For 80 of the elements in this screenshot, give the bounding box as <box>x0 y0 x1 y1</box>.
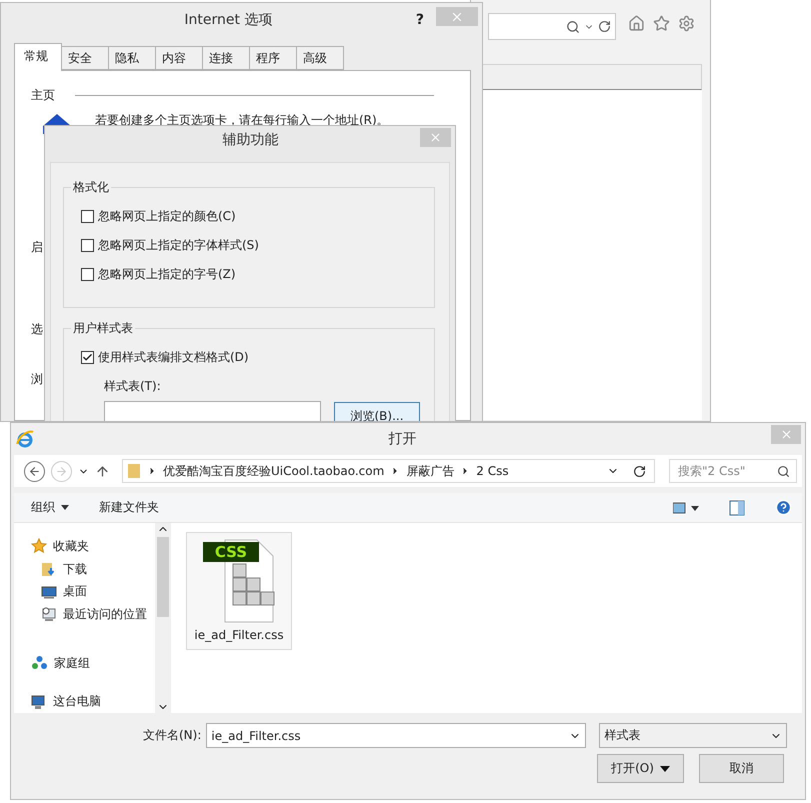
star-icon <box>31 538 47 554</box>
label-text: 启 <box>31 239 44 256</box>
home-icon[interactable] <box>628 15 645 32</box>
tab[interactable]: 连接 <box>202 46 250 70</box>
folder-icon <box>127 463 141 479</box>
tab[interactable]: 高级 <box>296 46 344 70</box>
close-icon <box>429 131 442 144</box>
field-label: 文件名(N): <box>143 727 202 744</box>
back-arrow-icon <box>28 464 41 478</box>
computer-icon <box>31 694 47 710</box>
tab[interactable]: 安全 <box>61 46 109 70</box>
browse-button[interactable]: 浏览(B)... <box>334 402 420 421</box>
file-name: ie_ad_Filter.css <box>194 628 284 642</box>
help-icon[interactable] <box>775 499 792 516</box>
nav-item-label: 桌面 <box>63 583 87 600</box>
download-folder-icon <box>41 561 57 577</box>
checkbox[interactable] <box>81 268 94 281</box>
field-label: 样式表(T): <box>104 378 162 395</box>
dialog-title: 辅助功能 <box>222 131 280 149</box>
nav-pane-item[interactable]: 收藏夹 <box>31 535 155 558</box>
search-field[interactable]: 搜索"2 Css" <box>669 459 797 483</box>
file-type-dropdown[interactable]: 样式表 <box>599 723 788 748</box>
tab[interactable]: 隐私 <box>108 46 156 70</box>
refresh-icon[interactable] <box>598 20 611 33</box>
filename-field[interactable]: ie_ad_Filter.css <box>206 723 586 748</box>
checkbox-label: 忽略网页上指定的字体样式(S) <box>98 237 259 254</box>
tab[interactable]: 程序 <box>249 46 297 70</box>
nav-pane-item[interactable]: 这台电脑 <box>31 690 155 714</box>
refresh-icon[interactable] <box>633 464 646 478</box>
close-icon <box>780 428 792 441</box>
monitor-icon <box>41 584 57 599</box>
preview-pane-icon[interactable] <box>729 500 745 516</box>
check-icon <box>82 352 93 363</box>
checkbox[interactable] <box>81 210 94 223</box>
back-button[interactable] <box>24 460 45 482</box>
nav-pane-item[interactable]: 桌面 <box>31 580 155 604</box>
recent-places-icon <box>41 606 57 622</box>
caret-icon <box>660 766 670 772</box>
address-bar[interactable] <box>488 13 616 40</box>
group-heading: 格式化 <box>71 179 111 196</box>
nav-item-label: 家庭组 <box>54 654 90 672</box>
search-icon[interactable] <box>566 20 580 34</box>
nav-item-label: 下载 <box>63 560 87 578</box>
homegroup-icon <box>31 655 48 672</box>
section-heading: 主页 <box>31 87 55 104</box>
breadcrumb-item[interactable]: 优爱酷淘宝百度经验UiCool.taobao.com <box>163 462 384 480</box>
nav-item-label: 这台电脑 <box>53 693 101 710</box>
star-icon[interactable] <box>653 15 670 32</box>
nav-item-label: 最近访问的位置 <box>63 606 147 623</box>
view-options-icon[interactable] <box>673 502 699 514</box>
caret-icon <box>61 505 69 510</box>
search-icon[interactable] <box>777 464 790 478</box>
label-text: 浏 <box>31 371 44 388</box>
cancel-button[interactable]: 取消 <box>699 754 784 783</box>
new-folder-button[interactable]: 新建文件夹 <box>99 499 159 516</box>
browser-logo-icon <box>16 430 34 448</box>
nav-pane-item[interactable]: 家庭组 <box>31 652 155 674</box>
scrollbar[interactable] <box>155 523 171 713</box>
dialog-title: Internet 选项 <box>183 11 274 29</box>
tab[interactable]: 内容 <box>155 46 203 70</box>
checkbox[interactable] <box>81 239 94 252</box>
checkbox-label: 使用样式表编排文档格式(D) <box>98 349 249 366</box>
settings-icon[interactable] <box>678 15 695 32</box>
nav-pane-item[interactable]: 最近访问的位置 <box>31 603 155 626</box>
breadcrumb-item[interactable]: 屏蔽广告 <box>406 462 454 480</box>
dialog-title: 打开 <box>388 430 418 448</box>
nav-pane-item[interactable]: 下载 <box>31 558 155 580</box>
checkbox[interactable] <box>81 351 94 364</box>
label-text: 选 <box>31 321 44 338</box>
tab[interactable]: 常规 <box>14 43 62 71</box>
breadcrumb-item[interactable]: 2 Css <box>476 464 509 478</box>
checkbox-label: 忽略网页上指定的颜色(C) <box>98 208 236 225</box>
up-button[interactable] <box>95 464 110 478</box>
open-button[interactable]: 打开(O) <box>597 754 684 783</box>
help-button[interactable]: ? <box>416 12 424 28</box>
organize-button[interactable]: 组织 <box>31 499 69 516</box>
nav-item-label: 收藏夹 <box>53 538 89 555</box>
checkbox-label: 忽略网页上指定的字号(Z) <box>98 266 236 283</box>
address-bar[interactable]: 优爱酷淘宝百度经验UiCool.taobao.com 屏蔽广告 2 Css <box>122 459 655 483</box>
forward-arrow-icon <box>55 464 68 478</box>
